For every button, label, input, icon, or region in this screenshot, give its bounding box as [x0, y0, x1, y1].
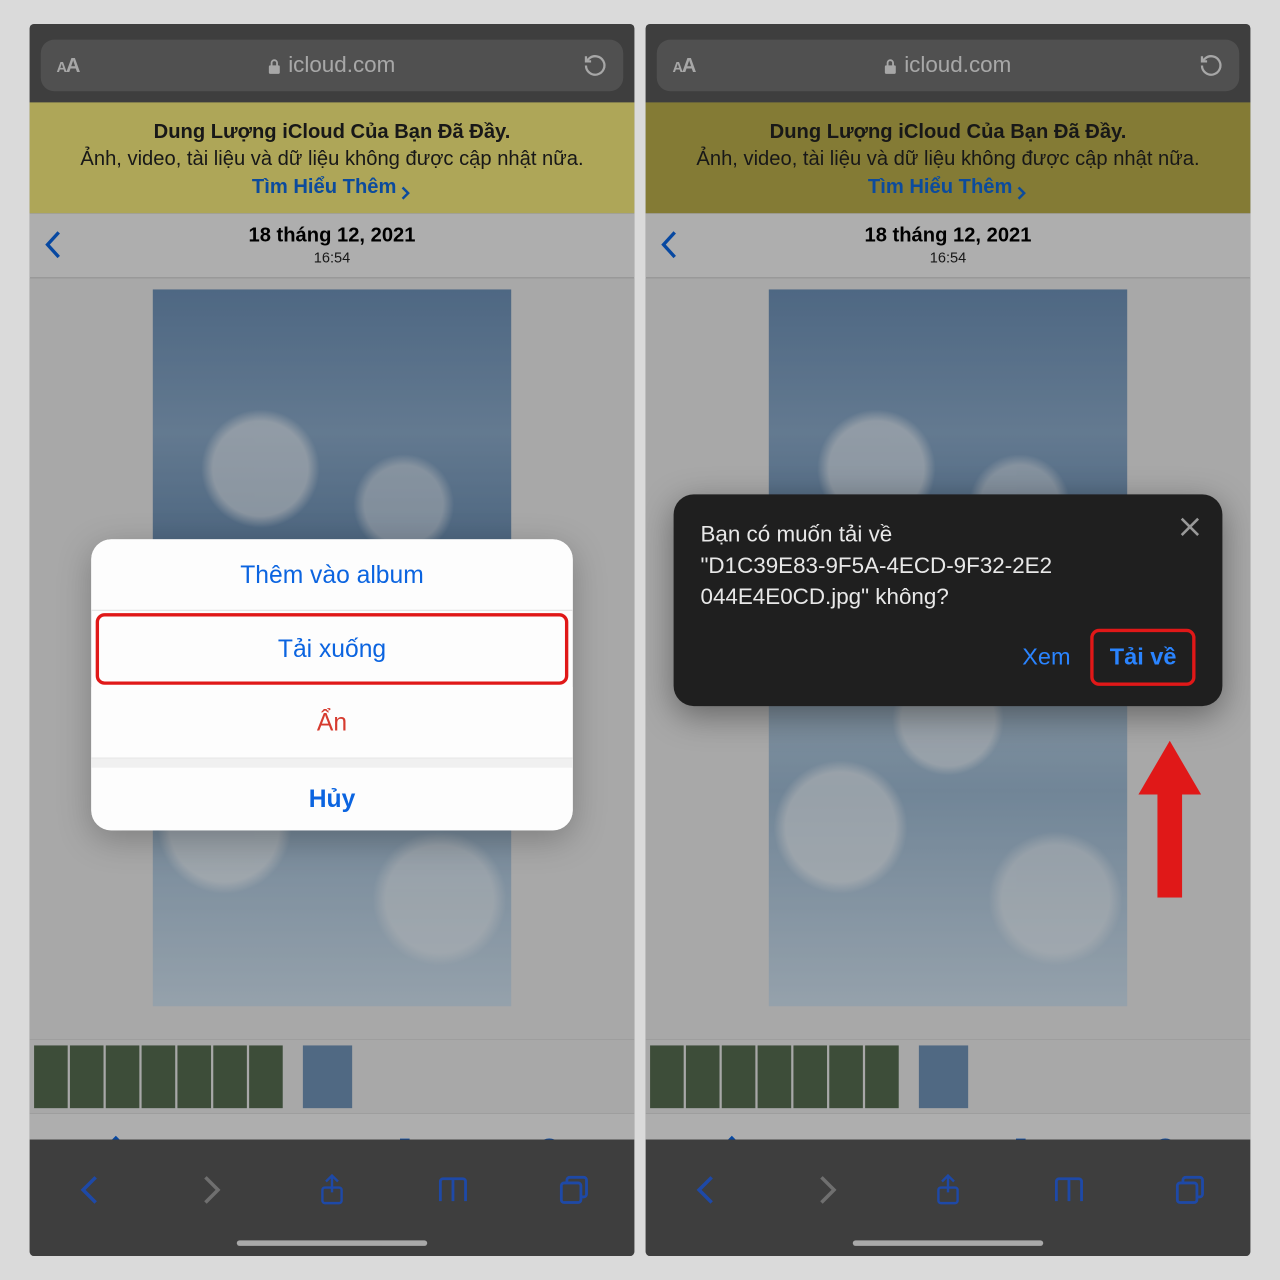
download-button[interactable]: Tải xuống [96, 613, 569, 685]
phone-screenshot-left: AA icloud.com Dung Lượng iCloud Của Bạn … [30, 24, 635, 1256]
confirm-download-button[interactable]: Tải về [1091, 629, 1196, 687]
add-to-album-button[interactable]: Thêm vào album [91, 539, 573, 611]
phone-screenshot-right: AA icloud.com Dung Lượng iCloud Của Bạn … [646, 24, 1251, 1256]
view-button[interactable]: Xem [1022, 641, 1070, 674]
close-icon[interactable] [1178, 515, 1203, 540]
download-prompt: Bạn có muốn tải về "D1C39E83-9F5A-4ECD-9… [674, 494, 1223, 706]
prompt-line1: Bạn có muốn tải về [700, 519, 1195, 550]
cancel-button[interactable]: Hủy [91, 759, 573, 831]
prompt-line2: "D1C39E83-9F5A-4ECD-9F32-2E2 [700, 550, 1195, 581]
action-sheet: Thêm vào album Tải xuống Ẩn Hủy [91, 539, 573, 830]
annotation-arrow-icon [1136, 741, 1203, 898]
prompt-line3: 044E4E0CD.jpg" không? [700, 582, 1195, 613]
hide-button[interactable]: Ẩn [91, 687, 573, 759]
